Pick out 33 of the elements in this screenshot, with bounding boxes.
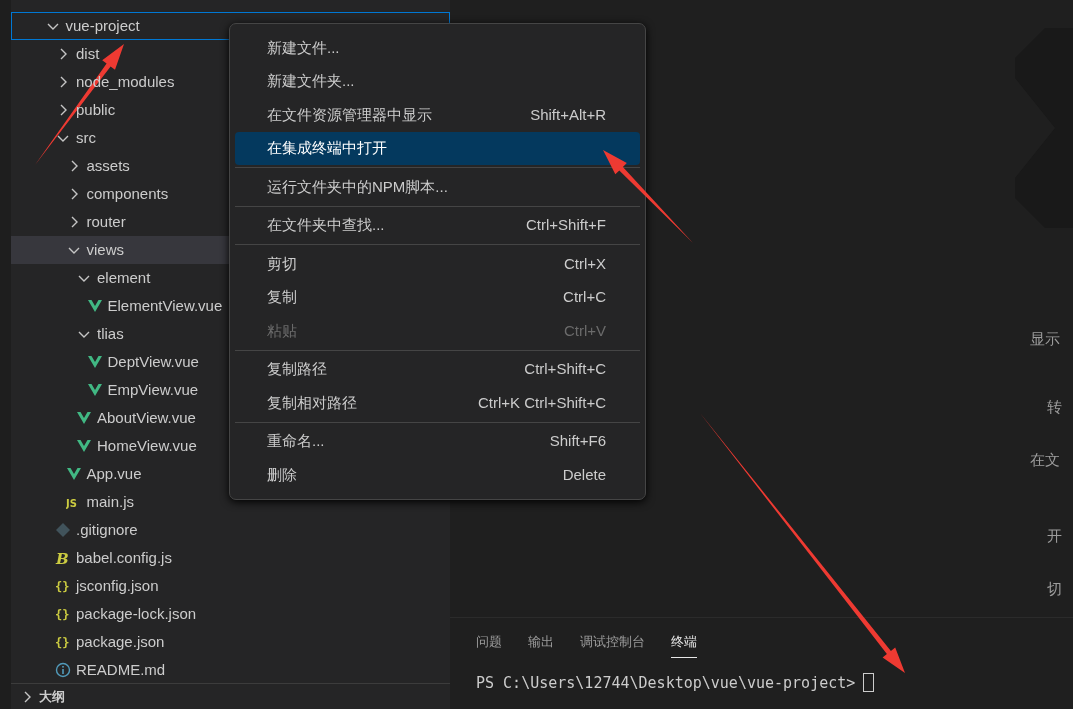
keyboard-shortcut: Ctrl+C bbox=[563, 287, 606, 307]
keyboard-shortcut: Shift+F6 bbox=[549, 431, 606, 451]
braces-icon: {} bbox=[55, 634, 71, 650]
menu-item-label: 在文件资源管理器中显示 bbox=[267, 104, 432, 125]
menu-item-label: 在集成终端中打开 bbox=[267, 138, 387, 158]
menu-item-label: 复制 bbox=[267, 287, 297, 307]
js-icon: JS bbox=[65, 494, 82, 510]
keyboard-shortcut: Ctrl+X bbox=[563, 253, 606, 274]
menu-item-label: 新建文件夹... bbox=[267, 71, 355, 91]
welcome-hint-text: 转 bbox=[1046, 398, 1063, 417]
welcome-hint-text: 切 bbox=[1046, 579, 1063, 599]
keyboard-shortcut: Ctrl+Shift+F bbox=[525, 215, 606, 235]
welcome-hint-text: 显示 bbox=[1030, 329, 1061, 349]
menu-item-label: 在文件夹中查找... bbox=[267, 215, 385, 235]
terminal-prompt: PS C:\Users\12744\Desktop\vue\vue-project> bbox=[476, 672, 856, 694]
menu-item-label: 新建文件... bbox=[267, 37, 340, 58]
keyboard-shortcut: Delete bbox=[562, 464, 606, 485]
welcome-hint-text: 开 bbox=[1046, 527, 1063, 546]
menu-item-label: 剪切 bbox=[267, 253, 297, 274]
menu-item-label: 复制路径 bbox=[267, 359, 327, 379]
menu-item-label: 运行文件夹中的NPM脚本... bbox=[267, 176, 448, 197]
keyboard-shortcut: Ctrl+K Ctrl+Shift+C bbox=[478, 392, 606, 413]
menu-item-label: 删除 bbox=[267, 464, 297, 485]
keyboard-shortcut: Shift+Alt+R bbox=[530, 104, 606, 125]
menu-item-label: 重命名... bbox=[267, 431, 325, 451]
braces-icon: {} bbox=[55, 578, 71, 594]
script-b-icon: B bbox=[55, 550, 71, 566]
keyboard-shortcut: Ctrl+V bbox=[563, 320, 606, 341]
keyboard-shortcut: Ctrl+Shift+C bbox=[524, 359, 606, 379]
braces-icon: {} bbox=[55, 606, 71, 622]
welcome-hint-text: 在文 bbox=[1030, 450, 1061, 470]
menu-item-label: 复制相对路径 bbox=[267, 392, 357, 413]
menu-item-label: 粘贴 bbox=[267, 320, 297, 341]
